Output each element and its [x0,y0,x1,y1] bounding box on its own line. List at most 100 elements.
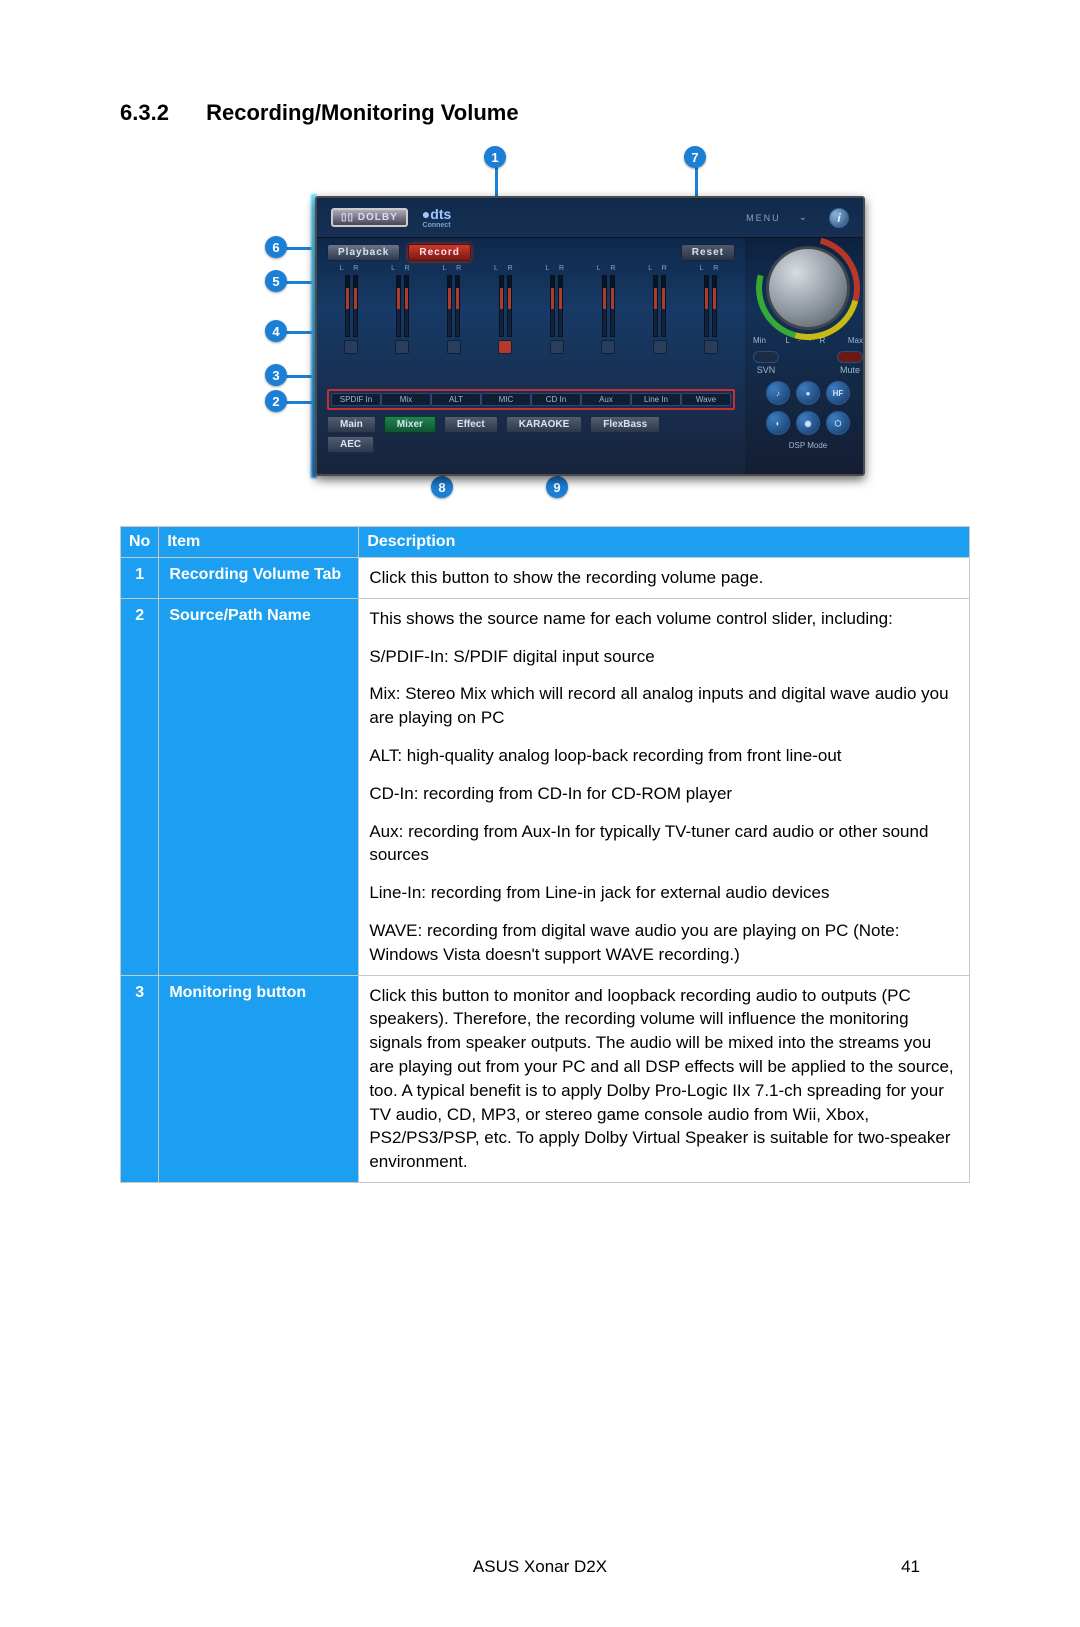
channel-lr: L R [700,265,723,272]
record-tab[interactable]: Record [408,244,470,261]
mute-checkbox[interactable] [498,340,512,354]
mixer-area: Playback Record Reset L R L R L R L R L … [317,238,745,476]
menu-label[interactable]: MENU [746,213,781,223]
dsp-mode-icons: ♪ ● HF [766,381,850,405]
main-tab[interactable]: Main [327,416,376,433]
col-description: Description [359,527,970,558]
bottom-tab-bar: Main Mixer Effect KARAOKE FlexBass [327,416,735,433]
max-label: Max [848,336,863,345]
row-no: 2 [121,598,159,975]
volume-slider[interactable] [653,275,658,337]
dsp-icon[interactable]: ♪ [766,381,790,405]
source-label: ALT [431,393,481,406]
svn-toggle[interactable] [753,351,779,363]
col-item: Item [159,527,359,558]
callout-6: 6 [265,236,287,258]
volume-slider[interactable] [499,275,504,337]
mute-checkbox[interactable] [550,340,564,354]
mute-checkbox[interactable] [344,340,358,354]
svn-label: SVN [757,365,776,375]
section-number: 6.3.2 [120,100,200,126]
info-button[interactable]: i [829,208,849,228]
volume-slider[interactable] [396,275,401,337]
playback-tab[interactable]: Playback [327,244,400,261]
dsp-hf-icon[interactable]: HF [826,381,850,405]
channel-lr: L R [597,265,620,272]
mute-checkbox[interactable] [653,340,667,354]
row-description: Click this button to monitor and loopbac… [359,975,970,1182]
min-label: Min [753,336,766,345]
volume-slider[interactable] [704,275,709,337]
section-heading: 6.3.2 Recording/Monitoring Volume [120,100,970,126]
mixer-screenshot-figure: 1 7 6 5 4 3 2 8 9 ▯▯ DOLBY ●dts Connect … [225,136,865,506]
dsp-icon[interactable]: ◉ [796,411,820,435]
source-label: CD In [531,393,581,406]
col-no: No [121,527,159,558]
source-label: Mix [381,393,431,406]
mixer-panel: ▯▯ DOLBY ●dts Connect MENU ⌄ i Playback … [315,196,865,476]
dsp-icon[interactable]: ◐ [766,411,790,435]
mute-checkbox[interactable] [395,340,409,354]
volume-slider[interactable] [550,275,555,337]
reset-button[interactable]: Reset [681,244,735,261]
channel-lr: L R [443,265,466,272]
channel-lr: L R [494,265,517,272]
volume-slider[interactable] [712,275,717,337]
effect-tab[interactable]: Effect [444,416,498,433]
dsp-icon[interactable]: ⬡ [826,411,850,435]
row-item: Monitoring button [159,975,359,1182]
footer-product: ASUS Xonar D2X [473,1557,607,1577]
source-label: SPDIF In [331,393,381,406]
volume-slider[interactable] [507,275,512,337]
dts-logo: ●dts Connect [422,206,451,229]
dsp-mode-label: DSP Mode [789,441,828,450]
callout-5: 5 [265,270,287,292]
master-volume-area: Min L · · R Max SVN Mute ♪ ● HF ◐ [745,238,865,476]
master-volume-knob[interactable] [766,246,850,330]
page-footer: ASUS Xonar D2X 41 [0,1557,1080,1577]
karaoke-tab[interactable]: KARAOKE [506,416,583,433]
channel-lr: L R [545,265,568,272]
mixer-tab[interactable]: Mixer [384,416,436,433]
row-no: 3 [121,975,159,1182]
callout-1: 1 [484,146,506,168]
row-description: Click this button to show the recording … [359,558,970,599]
mute-checkbox[interactable] [704,340,718,354]
mixer-header: ▯▯ DOLBY ●dts Connect MENU ⌄ i [317,198,863,238]
dsp-icon[interactable]: ● [796,381,820,405]
volume-slider[interactable] [661,275,666,337]
aec-tab[interactable]: AEC [327,436,374,453]
source-label: Aux [581,393,631,406]
source-label: MIC [481,393,531,406]
callout-9: 9 [546,476,568,498]
volume-slider[interactable] [610,275,615,337]
channel-strip-row: L R L R L R L R L R L R L R L R [327,265,735,385]
menu-dropdown-icon[interactable]: ⌄ [799,212,807,223]
volume-slider[interactable] [353,275,358,337]
callout-8: 8 [431,476,453,498]
callout-2: 2 [265,390,287,412]
mute-toggle[interactable] [837,351,863,363]
volume-slider[interactable] [447,275,452,337]
dolby-logo: ▯▯ DOLBY [331,208,408,227]
flexbass-tab[interactable]: FlexBass [590,416,660,433]
callout-3: 3 [265,364,287,386]
volume-slider[interactable] [404,275,409,337]
source-label: Wave [681,393,731,406]
row-item: Recording Volume Tab [159,558,359,599]
volume-slider[interactable] [602,275,607,337]
row-no: 1 [121,558,159,599]
mute-label: Mute [840,365,860,375]
volume-slider[interactable] [345,275,350,337]
callout-4: 4 [265,320,287,342]
channel-lr: L R [648,265,671,272]
channel-lr: L R [391,265,414,272]
mute-checkbox[interactable] [601,340,615,354]
footer-page-number: 41 [901,1557,920,1577]
volume-slider[interactable] [558,275,563,337]
mute-checkbox[interactable] [447,340,461,354]
callout-7: 7 [684,146,706,168]
row-item: Source/Path Name [159,598,359,975]
section-title: Recording/Monitoring Volume [206,100,518,125]
volume-slider[interactable] [455,275,460,337]
